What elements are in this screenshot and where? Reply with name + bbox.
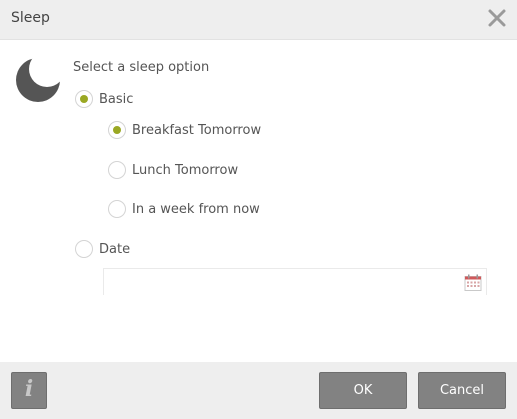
radio-basic-indicator[interactable] <box>75 90 93 108</box>
dialog-title: Sleep <box>11 10 50 26</box>
radio-lunch-label: Lunch Tomorrow <box>132 162 239 178</box>
sleep-option-prompt: Select a sleep option <box>73 60 210 75</box>
info-icon: i <box>24 376 34 402</box>
close-icon <box>488 9 506 27</box>
radio-lunch-tomorrow[interactable]: Lunch Tomorrow <box>108 161 238 179</box>
radio-lunch-indicator[interactable] <box>108 161 126 179</box>
cancel-button[interactable]: Cancel <box>418 372 506 409</box>
radio-week-indicator[interactable] <box>108 200 126 218</box>
radio-date[interactable]: Date <box>75 240 130 258</box>
radio-date-indicator[interactable] <box>75 240 93 258</box>
info-button[interactable]: i <box>11 372 47 409</box>
calendar-icon[interactable] <box>464 274 482 292</box>
radio-basic[interactable]: Basic <box>75 90 133 108</box>
dialog-footer: i OK Cancel <box>0 362 517 419</box>
date-input[interactable] <box>103 268 487 295</box>
moon-icon <box>16 58 60 102</box>
radio-breakfast-label: Breakfast Tomorrow <box>132 122 262 138</box>
radio-breakfast-tomorrow[interactable]: Breakfast Tomorrow <box>108 121 261 139</box>
ok-button[interactable]: OK <box>319 372 407 409</box>
sleep-dialog: Sleep Select a sleep option Basic Breakf… <box>0 0 517 419</box>
radio-week-from-now[interactable]: In a week from now <box>108 200 260 218</box>
radio-week-label: In a week from now <box>132 201 260 217</box>
radio-date-label: Date <box>99 241 131 257</box>
radio-breakfast-indicator[interactable] <box>108 121 126 139</box>
radio-basic-label: Basic <box>99 91 134 107</box>
dialog-titlebar: Sleep <box>0 0 517 40</box>
close-button[interactable] <box>485 6 509 30</box>
